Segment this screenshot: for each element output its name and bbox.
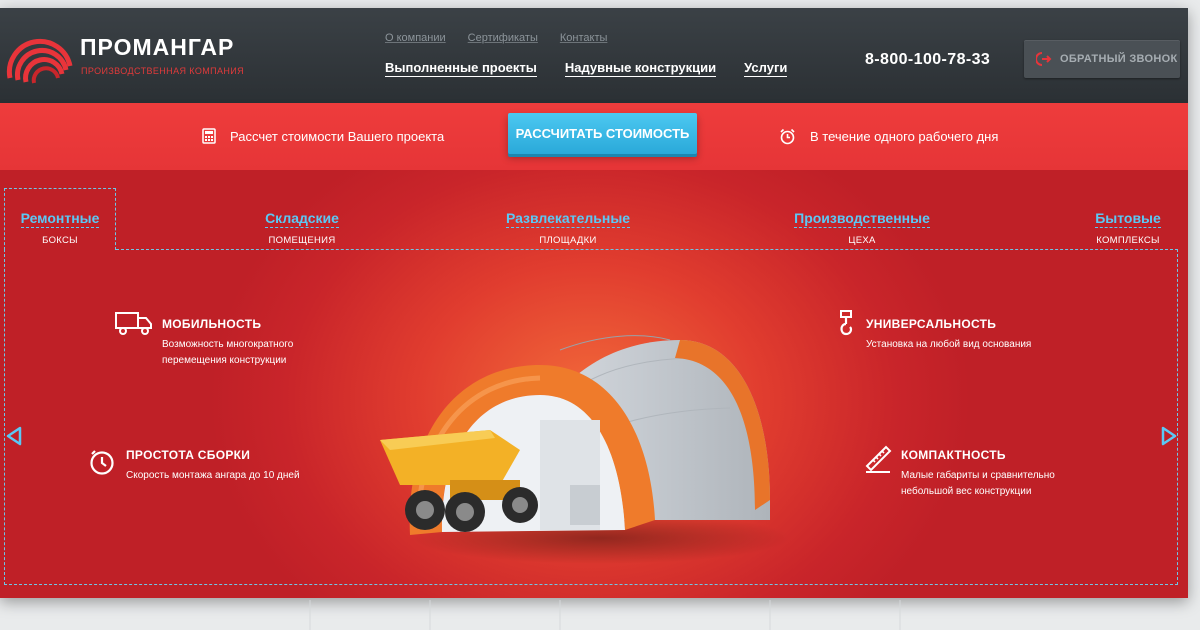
calc-info-text: Рассчет стоимости Вашего проекта [230,128,445,144]
nav-services[interactable]: Услуги [744,60,788,77]
site-header: ПРОМАНГАР ПРОИЗВОДСТВЕННАЯ КОМПАНИЯ О ко… [0,8,1188,103]
tab-production[interactable]: Производственные ЦЕХА [787,210,937,246]
tab-repair[interactable]: Ремонтные БОКСЫ [14,210,106,246]
link-contacts[interactable]: Контакты [560,32,608,44]
calc-bar: Рассчет стоимости Вашего проекта РАССЧИТ… [0,103,1188,170]
hangar-illustration [380,335,790,564]
callback-label: ОБРАТНЫЙ ЗВОНОК [1060,53,1178,65]
logo-subtitle: ПРОИЗВОДСТВЕННАЯ КОМПАНИЯ [81,66,245,76]
phone-arrow-icon [1036,52,1052,66]
link-certificates[interactable]: Сертификаты [468,32,538,44]
nav-projects[interactable]: Выполненные проекты [385,60,537,77]
page-frame: ПРОМАНГАР ПРОИЗВОДСТВЕННАЯ КОМПАНИЯ О ко… [0,8,1188,598]
tab-entertainment[interactable]: Развлекательные ПЛОЩАДКИ [497,210,639,246]
calc-info: Рассчет стоимости Вашего проекта [202,128,444,144]
arrow-left-icon[interactable] [5,426,23,446]
arrow-right-icon[interactable] [1160,426,1178,446]
ruler-pencil-icon [865,445,892,473]
link-about[interactable]: О компании [385,32,446,44]
timer-icon [90,450,114,475]
phone-number[interactable]: 8-800-100-78-33 [865,51,990,69]
logo-title[interactable]: ПРОМАНГАР [80,34,234,61]
deadline-info-text: В течение одного рабочего дня [810,129,999,144]
hero-slider: Ремонтные БОКСЫ Складские ПОМЕЩЕНИЯ Разв… [0,170,1188,598]
feature-universality: УНИВЕРСАЛЬНОСТЬ Установка на любой вид о… [866,317,1032,350]
calculator-icon [202,128,216,144]
nav-inflatable[interactable]: Надувные конструкции [564,60,717,77]
calculate-cost-button[interactable]: РАССЧИТАТЬ СТОИМОСТЬ [508,113,697,154]
crane-hook-icon [840,310,853,336]
arches-logo-icon[interactable] [6,26,76,84]
main-nav: Выполненные проекты Надувные конструкции… [385,60,788,77]
deadline-info: В течение одного рабочего дня [779,128,998,145]
background-grid [309,600,901,630]
feature-compactness: КОМПАКТНОСТЬ Малые габариты и сравнитель… [901,448,1055,497]
callback-button[interactable]: ОБРАТНЫЙ ЗВОНОК [1024,40,1180,78]
tab-household[interactable]: Бытовые КОМПЛЕКСЫ [1088,210,1168,246]
truck-icon [115,312,152,335]
tab-warehouse[interactable]: Складские ПОМЕЩЕНИЯ [252,210,352,246]
feature-simplicity: ПРОСТОТА СБОРКИ Скорость монтажа ангара … [126,448,300,481]
top-links: О компании Сертификаты Контакты [385,32,607,44]
feature-mobility: МОБИЛЬНОСТЬ Возможность многократного пе… [162,317,294,366]
alarm-clock-icon [780,128,795,145]
